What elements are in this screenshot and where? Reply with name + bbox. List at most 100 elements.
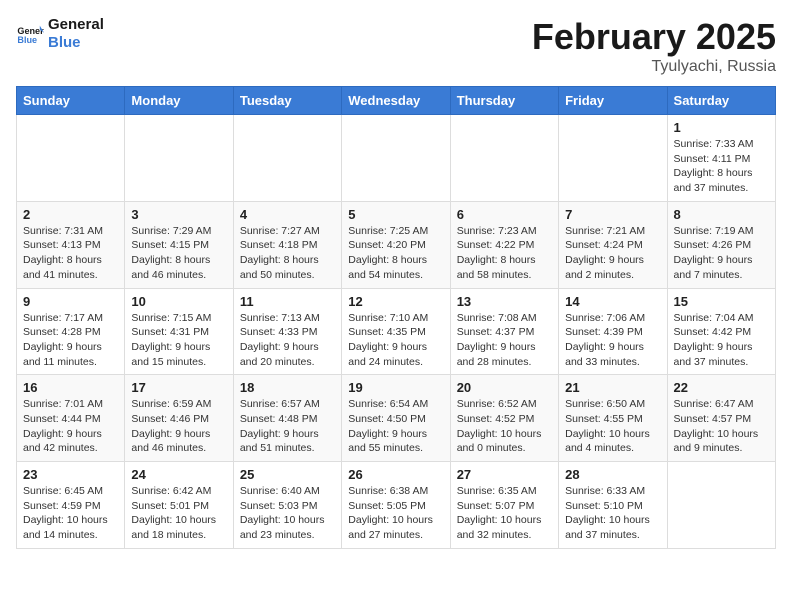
day-info: Sunrise: 6:59 AM Sunset: 4:46 PM Dayligh… xyxy=(131,397,226,456)
day-info: Sunrise: 7:15 AM Sunset: 4:31 PM Dayligh… xyxy=(131,311,226,370)
day-number: 9 xyxy=(23,294,118,309)
calendar-cell: 22 Sunrise: 6:47 AM Sunset: 4:57 PM Dayli… xyxy=(667,375,775,462)
calendar-cell: 28 Sunrise: 6:33 AM Sunset: 5:10 PM Dayli… xyxy=(559,462,667,549)
calendar-cell: 25 Sunrise: 6:40 AM Sunset: 5:03 PM Dayli… xyxy=(233,462,341,549)
day-info: Sunrise: 7:17 AM Sunset: 4:28 PM Dayligh… xyxy=(23,311,118,370)
weekday-header-monday: Monday xyxy=(125,87,233,115)
logo-text-general: General xyxy=(48,16,104,34)
day-number: 14 xyxy=(565,294,660,309)
day-info: Sunrise: 7:01 AM Sunset: 4:44 PM Dayligh… xyxy=(23,397,118,456)
day-number: 6 xyxy=(457,207,552,222)
day-info: Sunrise: 6:35 AM Sunset: 5:07 PM Dayligh… xyxy=(457,484,552,543)
day-info: Sunrise: 6:42 AM Sunset: 5:01 PM Dayligh… xyxy=(131,484,226,543)
day-number: 13 xyxy=(457,294,552,309)
calendar-cell: 3 Sunrise: 7:29 AM Sunset: 4:15 PM Daylig… xyxy=(125,201,233,288)
week-row-3: 9 Sunrise: 7:17 AM Sunset: 4:28 PM Daylig… xyxy=(17,288,776,375)
day-info: Sunrise: 6:57 AM Sunset: 4:48 PM Dayligh… xyxy=(240,397,335,456)
week-row-5: 23Sunrise: 6:45 AM Sunset: 4:59 PM Dayli… xyxy=(17,462,776,549)
weekday-header-wednesday: Wednesday xyxy=(342,87,450,115)
calendar-cell: 7 Sunrise: 7:21 AM Sunset: 4:24 PM Daylig… xyxy=(559,201,667,288)
title-block: February 2025 Tyulyachi, Russia xyxy=(532,16,776,76)
week-row-2: 2 Sunrise: 7:31 AM Sunset: 4:13 PM Daylig… xyxy=(17,201,776,288)
day-info: Sunrise: 7:04 AM Sunset: 4:42 PM Dayligh… xyxy=(674,311,769,370)
day-info: Sunrise: 7:06 AM Sunset: 4:39 PM Dayligh… xyxy=(565,311,660,370)
day-number: 23 xyxy=(23,467,118,482)
day-info: Sunrise: 7:08 AM Sunset: 4:37 PM Dayligh… xyxy=(457,311,552,370)
calendar-cell: 14 Sunrise: 7:06 AM Sunset: 4:39 PM Dayli… xyxy=(559,288,667,375)
calendar-cell xyxy=(125,115,233,202)
weekday-header-saturday: Saturday xyxy=(667,87,775,115)
day-number: 5 xyxy=(348,207,443,222)
calendar-cell: 20 Sunrise: 6:52 AM Sunset: 4:52 PM Dayli… xyxy=(450,375,558,462)
day-info: Sunrise: 6:47 AM Sunset: 4:57 PM Dayligh… xyxy=(674,397,769,456)
day-info: Sunrise: 7:13 AM Sunset: 4:33 PM Dayligh… xyxy=(240,311,335,370)
calendar-cell: 27 Sunrise: 6:35 AM Sunset: 5:07 PM Dayli… xyxy=(450,462,558,549)
calendar-cell: 23Sunrise: 6:45 AM Sunset: 4:59 PM Dayli… xyxy=(17,462,125,549)
calendar-cell: 5 Sunrise: 7:25 AM Sunset: 4:20 PM Daylig… xyxy=(342,201,450,288)
calendar-cell: 21 Sunrise: 6:50 AM Sunset: 4:55 PM Dayli… xyxy=(559,375,667,462)
day-info: Sunrise: 6:40 AM Sunset: 5:03 PM Dayligh… xyxy=(240,484,335,543)
calendar-cell: 2 Sunrise: 7:31 AM Sunset: 4:13 PM Daylig… xyxy=(17,201,125,288)
calendar-cell: 15Sunrise: 7:04 AM Sunset: 4:42 PM Dayli… xyxy=(667,288,775,375)
week-row-4: 16 Sunrise: 7:01 AM Sunset: 4:44 PM Dayli… xyxy=(17,375,776,462)
calendar-cell xyxy=(559,115,667,202)
day-info: Sunrise: 6:33 AM Sunset: 5:10 PM Dayligh… xyxy=(565,484,660,543)
day-info: Sunrise: 7:21 AM Sunset: 4:24 PM Dayligh… xyxy=(565,224,660,283)
calendar-cell: 24 Sunrise: 6:42 AM Sunset: 5:01 PM Dayli… xyxy=(125,462,233,549)
day-number: 20 xyxy=(457,380,552,395)
calendar-cell: 18Sunrise: 6:57 AM Sunset: 4:48 PM Dayli… xyxy=(233,375,341,462)
day-number: 25 xyxy=(240,467,335,482)
day-info: Sunrise: 7:31 AM Sunset: 4:13 PM Dayligh… xyxy=(23,224,118,283)
calendar-cell: 12Sunrise: 7:10 AM Sunset: 4:35 PM Dayli… xyxy=(342,288,450,375)
day-number: 4 xyxy=(240,207,335,222)
week-row-1: 1Sunrise: 7:33 AM Sunset: 4:11 PM Daylig… xyxy=(17,115,776,202)
day-number: 19 xyxy=(348,380,443,395)
day-number: 3 xyxy=(131,207,226,222)
calendar-table: SundayMondayTuesdayWednesdayThursdayFrid… xyxy=(16,86,776,549)
day-number: 26 xyxy=(348,467,443,482)
calendar-cell: 8Sunrise: 7:19 AM Sunset: 4:26 PM Daylig… xyxy=(667,201,775,288)
day-number: 11 xyxy=(240,294,335,309)
logo-text-blue: Blue xyxy=(48,34,104,52)
calendar-title: February 2025 xyxy=(532,16,776,58)
calendar-subtitle: Tyulyachi, Russia xyxy=(532,58,776,76)
day-number: 1 xyxy=(674,120,769,135)
day-info: Sunrise: 7:25 AM Sunset: 4:20 PM Dayligh… xyxy=(348,224,443,283)
calendar-cell: 4 Sunrise: 7:27 AM Sunset: 4:18 PM Daylig… xyxy=(233,201,341,288)
day-number: 12 xyxy=(348,294,443,309)
weekday-header-sunday: Sunday xyxy=(17,87,125,115)
day-info: Sunrise: 7:23 AM Sunset: 4:22 PM Dayligh… xyxy=(457,224,552,283)
calendar-body: 1Sunrise: 7:33 AM Sunset: 4:11 PM Daylig… xyxy=(17,115,776,549)
calendar-cell: 26 Sunrise: 6:38 AM Sunset: 5:05 PM Dayli… xyxy=(342,462,450,549)
calendar-cell: 6 Sunrise: 7:23 AM Sunset: 4:22 PM Daylig… xyxy=(450,201,558,288)
day-info: Sunrise: 7:29 AM Sunset: 4:15 PM Dayligh… xyxy=(131,224,226,283)
page-header: General Blue General Blue February 2025 … xyxy=(16,16,776,76)
day-number: 28 xyxy=(565,467,660,482)
day-number: 21 xyxy=(565,380,660,395)
svg-text:Blue: Blue xyxy=(17,35,37,45)
weekday-header-friday: Friday xyxy=(559,87,667,115)
day-number: 10 xyxy=(131,294,226,309)
day-number: 7 xyxy=(565,207,660,222)
day-info: Sunrise: 7:27 AM Sunset: 4:18 PM Dayligh… xyxy=(240,224,335,283)
calendar-cell: 13 Sunrise: 7:08 AM Sunset: 4:37 PM Dayli… xyxy=(450,288,558,375)
calendar-cell: 16 Sunrise: 7:01 AM Sunset: 4:44 PM Dayli… xyxy=(17,375,125,462)
day-number: 22 xyxy=(674,380,769,395)
day-number: 17 xyxy=(131,380,226,395)
day-info: Sunrise: 6:52 AM Sunset: 4:52 PM Dayligh… xyxy=(457,397,552,456)
logo: General Blue General Blue xyxy=(16,16,104,52)
logo-icon: General Blue xyxy=(16,20,44,48)
weekday-header-row: SundayMondayTuesdayWednesdayThursdayFrid… xyxy=(17,87,776,115)
day-info: Sunrise: 6:38 AM Sunset: 5:05 PM Dayligh… xyxy=(348,484,443,543)
calendar-cell xyxy=(450,115,558,202)
day-info: Sunrise: 6:50 AM Sunset: 4:55 PM Dayligh… xyxy=(565,397,660,456)
day-number: 8 xyxy=(674,207,769,222)
calendar-cell xyxy=(17,115,125,202)
day-number: 24 xyxy=(131,467,226,482)
day-info: Sunrise: 6:54 AM Sunset: 4:50 PM Dayligh… xyxy=(348,397,443,456)
calendar-cell: 17 Sunrise: 6:59 AM Sunset: 4:46 PM Dayli… xyxy=(125,375,233,462)
day-number: 2 xyxy=(23,207,118,222)
calendar-cell: 10 Sunrise: 7:15 AM Sunset: 4:31 PM Dayli… xyxy=(125,288,233,375)
day-number: 27 xyxy=(457,467,552,482)
day-number: 16 xyxy=(23,380,118,395)
